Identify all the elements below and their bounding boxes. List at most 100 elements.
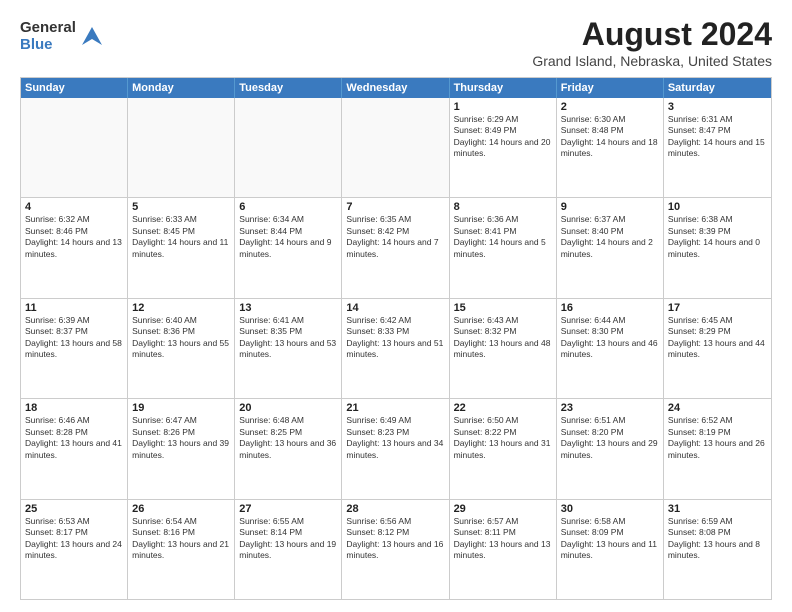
day-info: Sunrise: 6:37 AMSunset: 8:40 PMDaylight:… [561,214,659,260]
day-number: 4 [25,201,123,213]
day-info: Sunrise: 6:32 AMSunset: 8:46 PMDaylight:… [25,214,123,260]
calendar-cell: 25Sunrise: 6:53 AMSunset: 8:17 PMDayligh… [21,500,128,599]
day-number: 6 [239,201,337,213]
calendar-cell: 24Sunrise: 6:52 AMSunset: 8:19 PMDayligh… [664,399,771,498]
calendar-cell: 18Sunrise: 6:46 AMSunset: 8:28 PMDayligh… [21,399,128,498]
calendar-row: 25Sunrise: 6:53 AMSunset: 8:17 PMDayligh… [21,499,771,599]
calendar-cell: 30Sunrise: 6:58 AMSunset: 8:09 PMDayligh… [557,500,664,599]
day-number: 19 [132,402,230,414]
calendar-cell: 2Sunrise: 6:30 AMSunset: 8:48 PMDaylight… [557,98,664,197]
calendar-row: 18Sunrise: 6:46 AMSunset: 8:28 PMDayligh… [21,398,771,498]
calendar-cell: 11Sunrise: 6:39 AMSunset: 8:37 PMDayligh… [21,299,128,398]
day-info: Sunrise: 6:49 AMSunset: 8:23 PMDaylight:… [346,415,444,461]
day-info: Sunrise: 6:35 AMSunset: 8:42 PMDaylight:… [346,214,444,260]
day-info: Sunrise: 6:52 AMSunset: 8:19 PMDaylight:… [668,415,767,461]
day-number: 7 [346,201,444,213]
day-of-week-header: Monday [128,78,235,98]
day-info: Sunrise: 6:47 AMSunset: 8:26 PMDaylight:… [132,415,230,461]
day-info: Sunrise: 6:39 AMSunset: 8:37 PMDaylight:… [25,315,123,361]
day-info: Sunrise: 6:50 AMSunset: 8:22 PMDaylight:… [454,415,552,461]
day-of-week-header: Thursday [450,78,557,98]
day-number: 23 [561,402,659,414]
calendar-cell: 5Sunrise: 6:33 AMSunset: 8:45 PMDaylight… [128,198,235,297]
day-info: Sunrise: 6:42 AMSunset: 8:33 PMDaylight:… [346,315,444,361]
logo: General Blue [20,20,106,53]
day-info: Sunrise: 6:57 AMSunset: 8:11 PMDaylight:… [454,516,552,562]
day-info: Sunrise: 6:58 AMSunset: 8:09 PMDaylight:… [561,516,659,562]
calendar-cell: 19Sunrise: 6:47 AMSunset: 8:26 PMDayligh… [128,399,235,498]
logo-bird-icon [78,23,106,51]
day-number: 12 [132,302,230,314]
day-number: 29 [454,503,552,515]
calendar-cell [21,98,128,197]
calendar-cell: 26Sunrise: 6:54 AMSunset: 8:16 PMDayligh… [128,500,235,599]
day-info: Sunrise: 6:59 AMSunset: 8:08 PMDaylight:… [668,516,767,562]
calendar-cell: 14Sunrise: 6:42 AMSunset: 8:33 PMDayligh… [342,299,449,398]
calendar-cell: 3Sunrise: 6:31 AMSunset: 8:47 PMDaylight… [664,98,771,197]
day-info: Sunrise: 6:54 AMSunset: 8:16 PMDaylight:… [132,516,230,562]
day-number: 30 [561,503,659,515]
calendar-cell: 31Sunrise: 6:59 AMSunset: 8:08 PMDayligh… [664,500,771,599]
day-number: 21 [346,402,444,414]
day-number: 16 [561,302,659,314]
calendar-cell [342,98,449,197]
day-number: 31 [668,503,767,515]
calendar-cell: 7Sunrise: 6:35 AMSunset: 8:42 PMDaylight… [342,198,449,297]
calendar: SundayMondayTuesdayWednesdayThursdayFrid… [20,77,772,600]
calendar-row: 4Sunrise: 6:32 AMSunset: 8:46 PMDaylight… [21,197,771,297]
calendar-cell: 12Sunrise: 6:40 AMSunset: 8:36 PMDayligh… [128,299,235,398]
day-info: Sunrise: 6:56 AMSunset: 8:12 PMDaylight:… [346,516,444,562]
day-info: Sunrise: 6:31 AMSunset: 8:47 PMDaylight:… [668,114,767,160]
day-info: Sunrise: 6:45 AMSunset: 8:29 PMDaylight:… [668,315,767,361]
day-info: Sunrise: 6:29 AMSunset: 8:49 PMDaylight:… [454,114,552,160]
calendar-cell [235,98,342,197]
day-info: Sunrise: 6:38 AMSunset: 8:39 PMDaylight:… [668,214,767,260]
calendar-cell: 13Sunrise: 6:41 AMSunset: 8:35 PMDayligh… [235,299,342,398]
day-of-week-header: Friday [557,78,664,98]
day-number: 8 [454,201,552,213]
day-number: 10 [668,201,767,213]
subtitle: Grand Island, Nebraska, United States [532,53,772,69]
header: General Blue August 2024 Grand Island, N… [20,16,772,69]
day-number: 9 [561,201,659,213]
day-number: 1 [454,101,552,113]
day-info: Sunrise: 6:55 AMSunset: 8:14 PMDaylight:… [239,516,337,562]
day-number: 15 [454,302,552,314]
day-info: Sunrise: 6:40 AMSunset: 8:36 PMDaylight:… [132,315,230,361]
day-number: 11 [25,302,123,314]
logo-blue: Blue [20,37,76,54]
day-number: 27 [239,503,337,515]
calendar-cell: 6Sunrise: 6:34 AMSunset: 8:44 PMDaylight… [235,198,342,297]
calendar-row: 1Sunrise: 6:29 AMSunset: 8:49 PMDaylight… [21,98,771,197]
calendar-cell: 29Sunrise: 6:57 AMSunset: 8:11 PMDayligh… [450,500,557,599]
calendar-cell: 10Sunrise: 6:38 AMSunset: 8:39 PMDayligh… [664,198,771,297]
page: General Blue August 2024 Grand Island, N… [0,0,792,612]
title-area: August 2024 Grand Island, Nebraska, Unit… [532,16,772,69]
day-info: Sunrise: 6:44 AMSunset: 8:30 PMDaylight:… [561,315,659,361]
calendar-cell: 27Sunrise: 6:55 AMSunset: 8:14 PMDayligh… [235,500,342,599]
calendar-row: 11Sunrise: 6:39 AMSunset: 8:37 PMDayligh… [21,298,771,398]
day-of-week-header: Tuesday [235,78,342,98]
day-number: 3 [668,101,767,113]
day-number: 13 [239,302,337,314]
calendar-cell: 20Sunrise: 6:48 AMSunset: 8:25 PMDayligh… [235,399,342,498]
calendar-header: SundayMondayTuesdayWednesdayThursdayFrid… [21,78,771,98]
day-number: 22 [454,402,552,414]
calendar-cell: 17Sunrise: 6:45 AMSunset: 8:29 PMDayligh… [664,299,771,398]
day-info: Sunrise: 6:33 AMSunset: 8:45 PMDaylight:… [132,214,230,260]
day-info: Sunrise: 6:48 AMSunset: 8:25 PMDaylight:… [239,415,337,461]
day-number: 17 [668,302,767,314]
calendar-cell [128,98,235,197]
calendar-cell: 8Sunrise: 6:36 AMSunset: 8:41 PMDaylight… [450,198,557,297]
calendar-cell: 1Sunrise: 6:29 AMSunset: 8:49 PMDaylight… [450,98,557,197]
day-number: 2 [561,101,659,113]
day-info: Sunrise: 6:30 AMSunset: 8:48 PMDaylight:… [561,114,659,160]
day-number: 28 [346,503,444,515]
logo-general: General [20,20,76,37]
day-number: 18 [25,402,123,414]
calendar-cell: 22Sunrise: 6:50 AMSunset: 8:22 PMDayligh… [450,399,557,498]
day-info: Sunrise: 6:46 AMSunset: 8:28 PMDaylight:… [25,415,123,461]
day-number: 20 [239,402,337,414]
day-number: 26 [132,503,230,515]
day-of-week-header: Wednesday [342,78,449,98]
